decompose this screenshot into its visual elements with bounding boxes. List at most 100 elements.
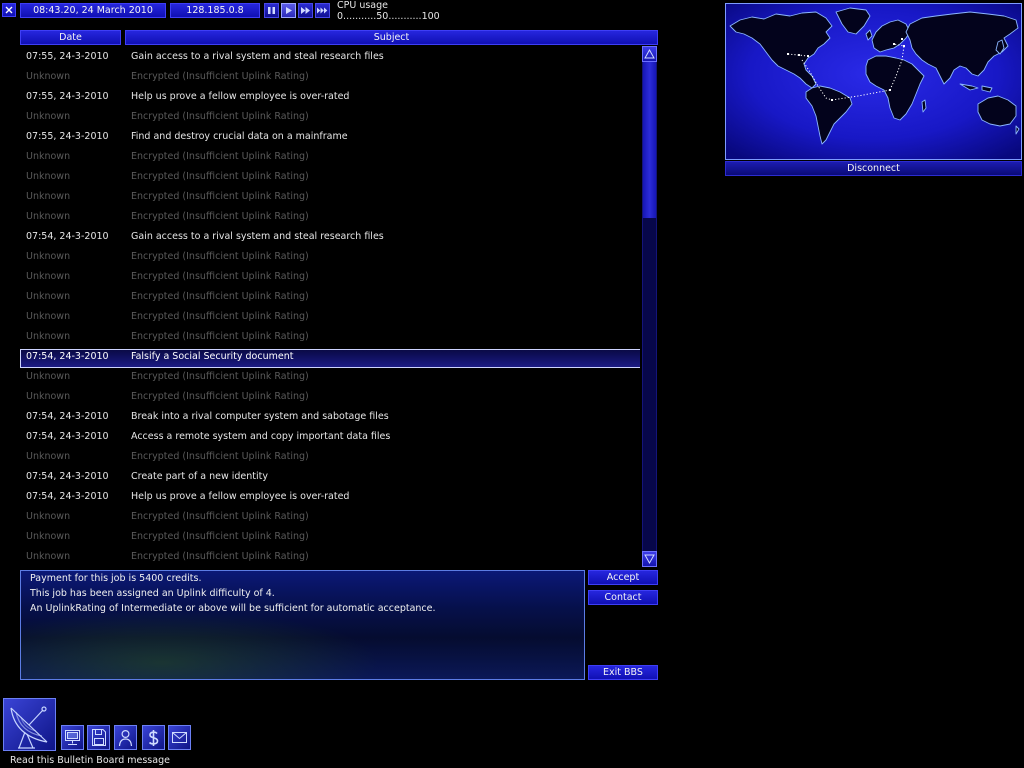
contact-button[interactable]: Contact (588, 590, 658, 605)
dollar-icon (148, 730, 159, 746)
world-map[interactable] (725, 3, 1022, 160)
message-date: 07:54, 24-3-2010 (26, 431, 109, 442)
message-subject: Encrypted (Insufficient Uplink Rating) (131, 511, 309, 522)
message-row[interactable]: Unknown Encrypted (Insufficient Uplink Ra… (20, 327, 640, 347)
message-date: 07:54, 24-3-2010 (26, 231, 109, 242)
message-date: Unknown (26, 271, 71, 282)
server-node[interactable] (807, 55, 809, 57)
message-subject: Encrypted (Insufficient Uplink Rating) (131, 311, 309, 322)
message-date: 07:54, 24-3-2010 (26, 351, 109, 362)
message-row[interactable]: Unknown Encrypted (Insufficient Uplink Ra… (20, 387, 640, 407)
message-list: 07:55, 24-3-2010 Gain access to a rival s… (20, 47, 640, 567)
software-button[interactable] (61, 725, 84, 750)
message-row[interactable]: Unknown Encrypted (Insufficient Uplink Ra… (20, 287, 640, 307)
message-subject: Encrypted (Insufficient Uplink Rating) (131, 151, 309, 162)
message-row[interactable]: Unknown Encrypted (Insufficient Uplink Ra… (20, 167, 640, 187)
message-row[interactable]: 07:55, 24-3-2010 Help us prove a fellow e… (20, 87, 640, 107)
scroll-track[interactable] (642, 62, 657, 551)
message-subject: Encrypted (Insufficient Uplink Rating) (131, 451, 309, 462)
cpu-usage-scale: 0...........50...........100 (337, 11, 440, 22)
message-row[interactable]: Unknown Encrypted (Insufficient Uplink Ra… (20, 67, 640, 87)
message-row[interactable]: 07:54, 24-3-2010 Break into a rival compu… (20, 407, 640, 427)
message-date: 07:54, 24-3-2010 (26, 471, 109, 482)
email-button[interactable] (168, 725, 191, 750)
satellite-dish-icon (10, 706, 48, 749)
details-line: This job has been assigned an Uplink dif… (30, 588, 275, 599)
message-row[interactable]: 07:54, 24-3-2010 Access a remote system a… (20, 427, 640, 447)
message-date: Unknown (26, 451, 71, 462)
status-button[interactable] (114, 725, 137, 750)
scroll-thumb[interactable] (643, 62, 656, 219)
message-subject: Find and destroy crucial data on a mainf… (131, 131, 348, 142)
scroll-up-button[interactable] (642, 46, 657, 62)
message-row[interactable]: Unknown Encrypted (Insufficient Uplink Ra… (20, 107, 640, 127)
message-row[interactable]: 07:55, 24-3-2010 Find and destroy crucial… (20, 127, 640, 147)
server-node[interactable] (787, 53, 789, 55)
message-subject: Encrypted (Insufficient Uplink Rating) (131, 551, 309, 562)
message-subject: Gain access to a rival system and steal … (131, 231, 384, 242)
envelope-icon (172, 732, 187, 743)
game-clock: 08:43.20, 24 March 2010 (20, 3, 166, 18)
details-line: An UplinkRating of Intermediate or above… (30, 603, 436, 614)
message-row[interactable]: Unknown Encrypted (Insufficient Uplink Ra… (20, 247, 640, 267)
scroll-down-button[interactable] (642, 551, 657, 567)
message-subject: Create part of a new identity (131, 471, 269, 482)
message-subject: Help us prove a fellow employee is over-… (131, 491, 350, 502)
message-row[interactable]: Unknown Encrypted (Insufficient Uplink Ra… (20, 147, 640, 167)
message-subject: Encrypted (Insufficient Uplink Rating) (131, 171, 309, 182)
close-icon (5, 6, 13, 14)
column-header-date[interactable]: Date (20, 30, 121, 45)
message-row[interactable]: Unknown Encrypted (Insufficient Uplink Ra… (20, 527, 640, 547)
message-date: 07:55, 24-3-2010 (26, 51, 109, 62)
message-subject: Falsify a Social Security document (131, 351, 294, 362)
play-icon (286, 7, 292, 14)
arrow-down-icon (644, 554, 655, 565)
disconnect-button[interactable]: Disconnect (725, 161, 1022, 176)
message-row[interactable]: Unknown Encrypted (Insufficient Uplink Ra… (20, 267, 640, 287)
message-row[interactable]: Unknown Encrypted (Insufficient Uplink Ra… (20, 447, 640, 467)
status-bar-text: Read this Bulletin Board message (10, 755, 170, 766)
ip-address: 128.185.0.8 (170, 3, 260, 18)
fastest-forward-button[interactable] (315, 3, 330, 18)
message-date: Unknown (26, 531, 71, 542)
close-button[interactable] (2, 3, 16, 17)
finance-button[interactable] (142, 725, 165, 750)
cpu-usage-label: CPU usage (337, 0, 389, 11)
server-node[interactable] (798, 54, 800, 56)
play-button[interactable] (281, 3, 296, 18)
message-row[interactable]: Unknown Encrypted (Insufficient Uplink Ra… (20, 207, 640, 227)
column-header-subject[interactable]: Subject (125, 30, 658, 45)
message-row[interactable]: 07:54, 24-3-2010 Help us prove a fellow e… (20, 487, 640, 507)
hardware-button[interactable] (87, 725, 110, 750)
fast-forward-button[interactable] (298, 3, 313, 18)
message-row[interactable]: Unknown Encrypted (Insufficient Uplink Ra… (20, 367, 640, 387)
message-date: Unknown (26, 111, 71, 122)
server-node[interactable] (831, 99, 833, 101)
message-subject: Help us prove a fellow employee is over-… (131, 91, 350, 102)
message-row[interactable]: Unknown Encrypted (Insufficient Uplink Ra… (20, 187, 640, 207)
message-date: 07:55, 24-3-2010 (26, 91, 109, 102)
message-row[interactable]: 07:54, 24-3-2010 Create part of a new ide… (20, 467, 640, 487)
server-node[interactable] (901, 38, 903, 40)
server-node[interactable] (893, 43, 895, 45)
message-subject: Gain access to a rival system and steal … (131, 51, 384, 62)
gateway-button[interactable] (3, 698, 56, 751)
message-date: 07:54, 24-3-2010 (26, 491, 109, 502)
message-row[interactable]: 07:55, 24-3-2010 Gain access to a rival s… (20, 47, 640, 67)
server-node[interactable] (903, 45, 905, 47)
pause-button[interactable] (264, 3, 279, 18)
message-date: Unknown (26, 391, 71, 402)
message-row[interactable]: Unknown Encrypted (Insufficient Uplink Ra… (20, 507, 640, 527)
scrollbar[interactable] (642, 46, 657, 567)
message-row[interactable]: Unknown Encrypted (Insufficient Uplink Ra… (20, 307, 640, 327)
fastest-forward-icon (317, 7, 328, 14)
message-row-selected[interactable]: 07:54, 24-3-2010 Falsify a Social Securit… (20, 347, 640, 368)
accept-button[interactable]: Accept (588, 570, 658, 585)
message-subject: Encrypted (Insufficient Uplink Rating) (131, 371, 309, 382)
message-row[interactable]: 07:54, 24-3-2010 Gain access to a rival s… (20, 227, 640, 247)
exit-bbs-button[interactable]: Exit BBS (588, 665, 658, 680)
message-date: Unknown (26, 291, 71, 302)
message-row[interactable]: Unknown Encrypted (Insufficient Uplink Ra… (20, 547, 640, 567)
message-date: Unknown (26, 151, 71, 162)
server-node[interactable] (889, 89, 891, 91)
